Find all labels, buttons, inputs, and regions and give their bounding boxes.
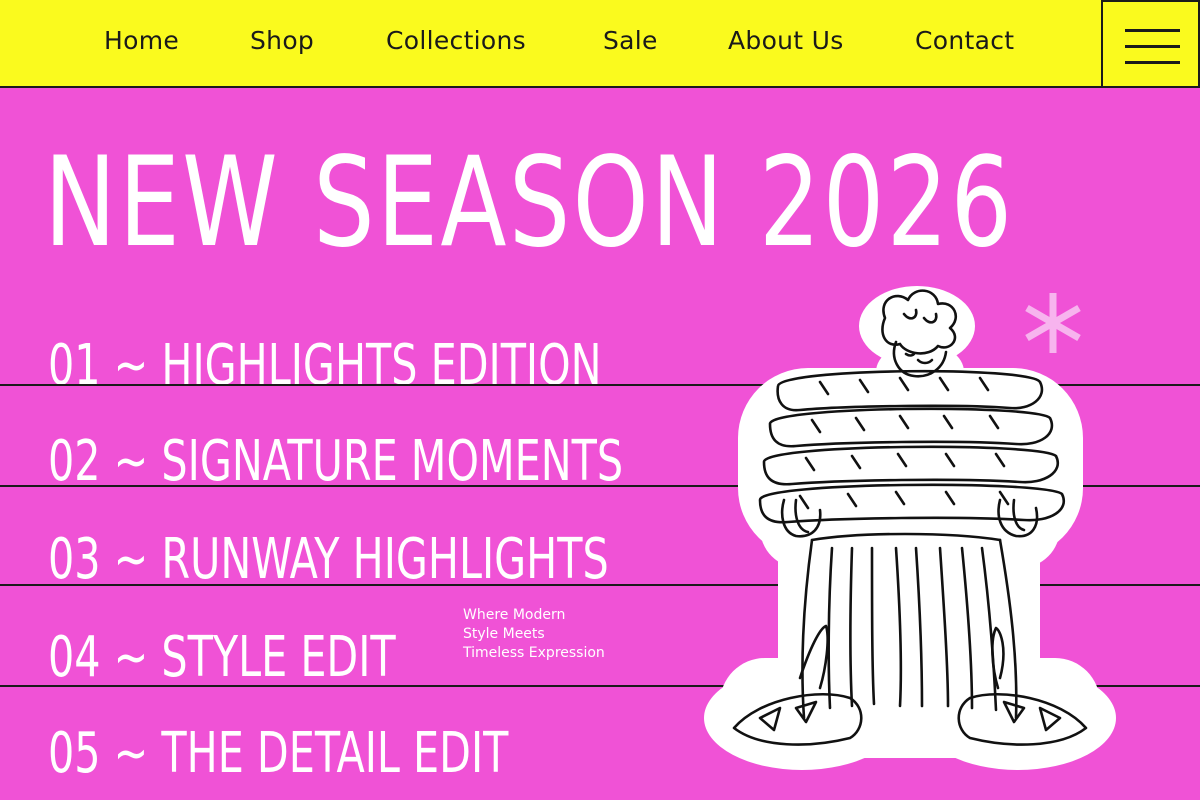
edition-label: 04 ~ STYLE EDIT	[48, 625, 396, 690]
top-navigation-bar: Home Shop Collections Sale About Us Cont…	[0, 0, 1200, 88]
tagline-line: Where Modern	[463, 607, 566, 623]
hero-title: NEW SEASON 2026	[44, 131, 1015, 275]
nav-link-home[interactable]: Home	[104, 26, 179, 55]
tagline-line: Style Meets	[463, 626, 545, 642]
edition-label: 03 ~ RUNWAY HIGHLIGHTS	[48, 527, 609, 592]
edition-label: 01 ~ HIGHLIGHTS EDITION	[48, 333, 602, 398]
nav-link-about-us[interactable]: About Us	[728, 26, 844, 55]
edition-label: 02 ~ SIGNATURE MOMENTS	[48, 429, 624, 494]
nav-link-shop[interactable]: Shop	[250, 26, 314, 55]
nav-link-sale[interactable]: Sale	[603, 26, 658, 55]
character-sticker-illustration	[704, 286, 1116, 770]
tagline: Where Modern Style Meets Timeless Expres…	[463, 606, 605, 663]
nav-link-collections[interactable]: Collections	[386, 26, 526, 55]
nav-link-contact[interactable]: Contact	[915, 26, 1014, 55]
tagline-line: Timeless Expression	[463, 645, 605, 661]
edition-label: 05 ~ THE DETAIL EDIT	[48, 721, 509, 786]
menu-button[interactable]	[1101, 0, 1200, 88]
